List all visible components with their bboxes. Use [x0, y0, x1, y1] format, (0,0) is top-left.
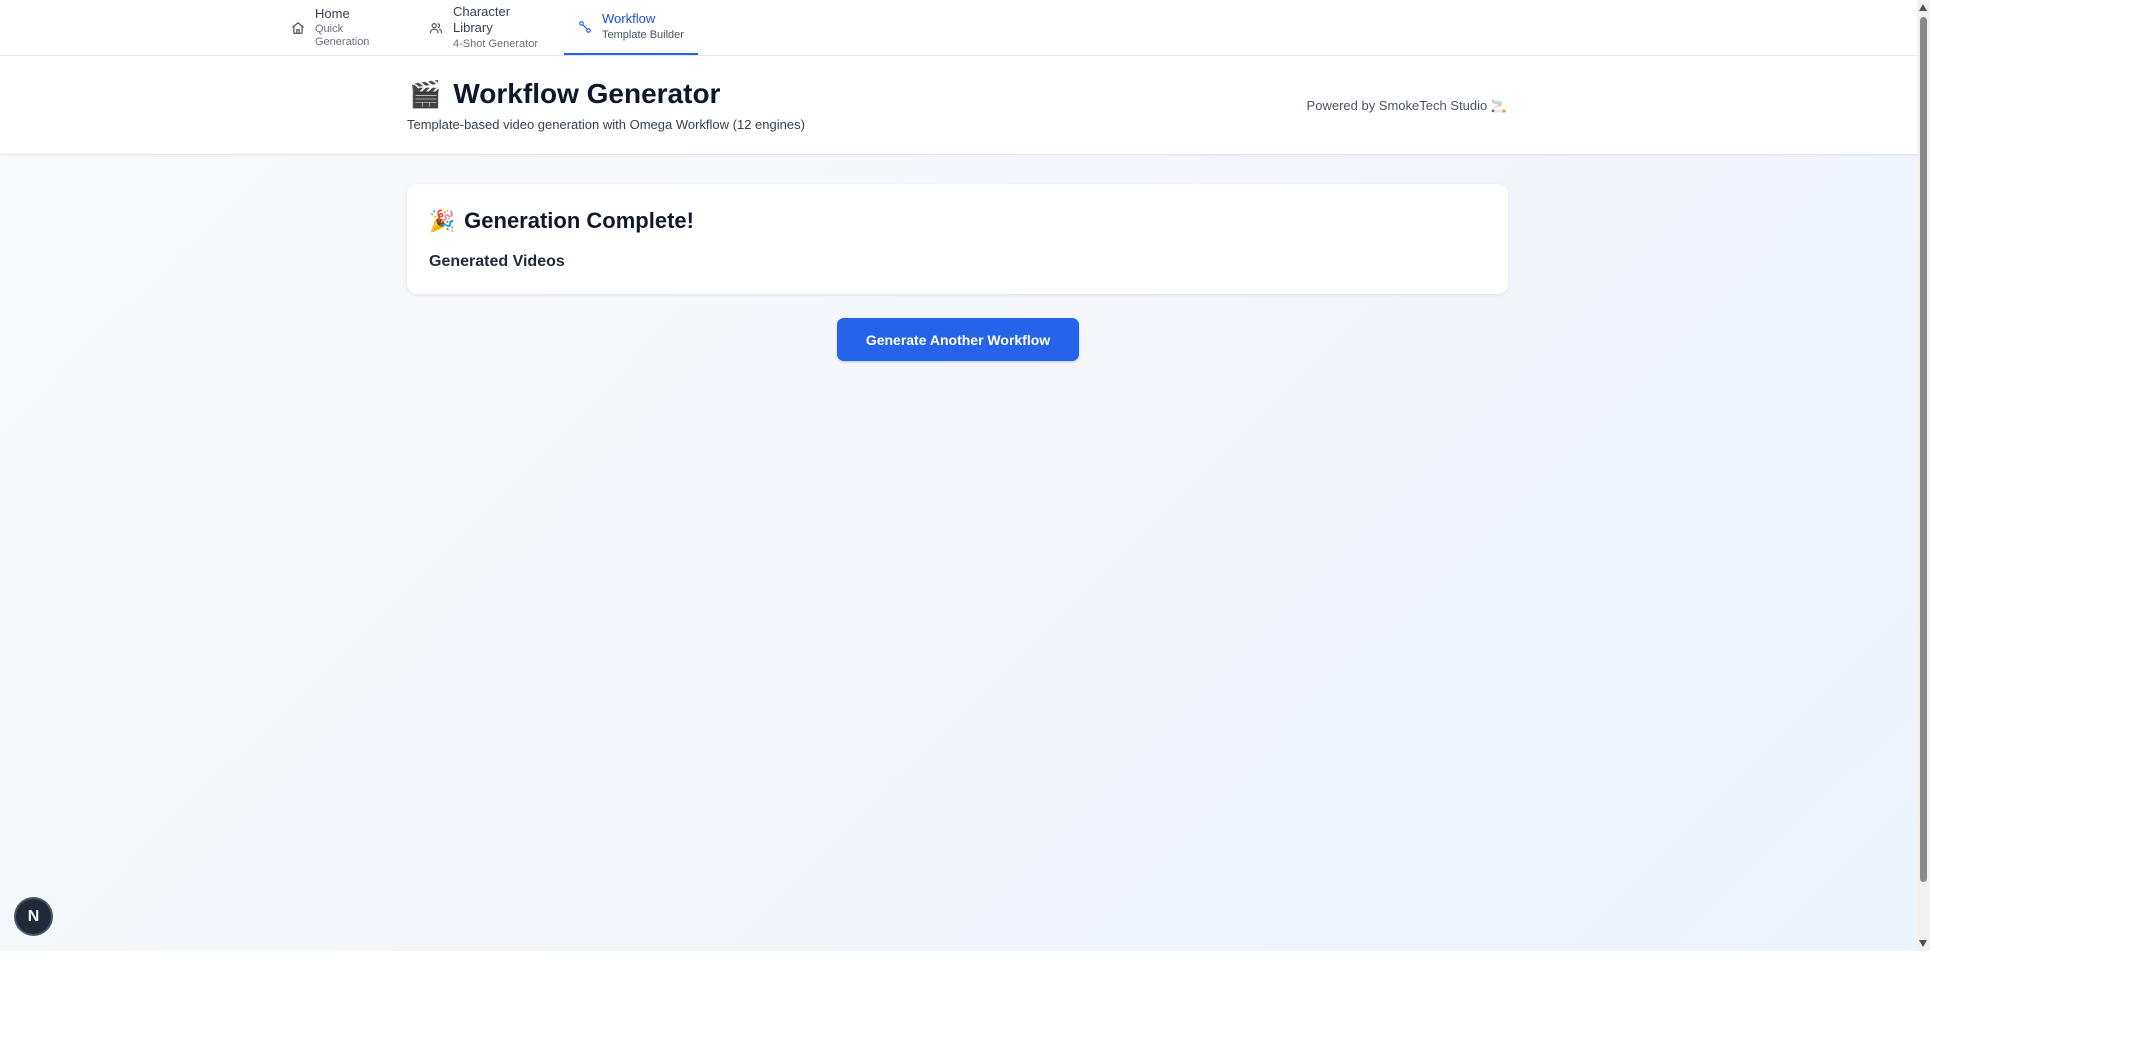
generate-another-workflow-button[interactable]: Generate Another Workflow: [837, 318, 1079, 361]
page-title-row: 🎬 Workflow Generator: [409, 78, 720, 110]
nav-label-character-library: Character Library: [453, 4, 511, 35]
nav-sub-workflow: Template Builder: [602, 28, 684, 41]
nav-item-home[interactable]: Home Quick Generation: [277, 0, 408, 55]
workflow-icon: [578, 20, 592, 34]
nav-label-workflow: Workflow: [602, 11, 656, 27]
nav-item-workflow[interactable]: Workflow Template Builder: [564, 0, 698, 55]
generated-videos-heading: Generated Videos: [429, 253, 565, 270]
nav-item-character-library[interactable]: Character Library 4-Shot Generator: [415, 0, 555, 55]
nextjs-dev-indicator[interactable]: N: [16, 899, 51, 934]
result-title-row: 🎉 Generation Complete!: [429, 208, 694, 234]
powered-by-text: Powered by SmokeTech Studio 🚬: [1306, 98, 1507, 113]
nav-sub-character-library: 4-Shot Generator: [453, 37, 538, 50]
home-icon: [291, 21, 305, 35]
page-subtitle: Template-based video generation with Ome…: [407, 117, 805, 132]
app-viewport: Home Quick Generation Character Library …: [0, 0, 1917, 951]
scroll-down-arrow-icon[interactable]: [1919, 940, 1927, 947]
scroll-up-arrow-icon[interactable]: [1919, 4, 1927, 11]
nav-label-home: Home: [315, 5, 350, 21]
scrollbar-thumb[interactable]: [1920, 17, 1927, 882]
page-title: Workflow Generator: [453, 78, 721, 109]
top-navigation: Home Quick Generation Character Library …: [0, 0, 1917, 56]
nav-sub-home: Quick Generation: [315, 23, 370, 49]
users-icon: [429, 21, 443, 35]
party-popper-icon: 🎉: [429, 209, 456, 233]
clapperboard-icon: 🎬: [409, 79, 442, 109]
page-header: 🎬 Workflow Generator Template-based vide…: [0, 56, 1917, 155]
result-title: Generation Complete!: [464, 208, 694, 233]
generation-result-card: 🎉 Generation Complete! Generated Videos: [407, 184, 1508, 294]
vertical-scrollbar[interactable]: [1917, 0, 1930, 951]
